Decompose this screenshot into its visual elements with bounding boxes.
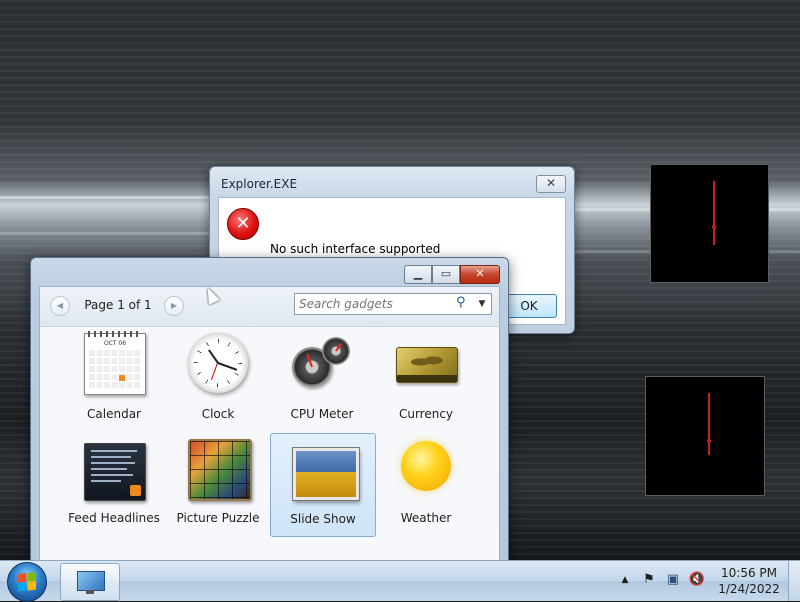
gadget-gallery: OCT 06 Calendar Clock CPU Meter Currency xyxy=(39,326,500,568)
search-box: ⚲ ▼ xyxy=(294,293,492,315)
cpu-meter-icon xyxy=(292,333,352,393)
action-center-flag-icon[interactable]: ⚑ xyxy=(640,569,658,591)
feed-headlines-icon xyxy=(84,443,146,501)
gadget-needle-hub xyxy=(712,225,716,229)
desktop-gadget-panel[interactable] xyxy=(645,376,765,496)
gadget-label: Calendar xyxy=(87,407,141,421)
clock-date: 1/24/2022 xyxy=(718,582,780,596)
gadget-tile-weather[interactable]: Weather xyxy=(374,433,478,535)
weather-icon xyxy=(401,441,451,491)
gadget-label: Slide Show xyxy=(290,512,356,526)
previous-page-button[interactable]: ◀ xyxy=(50,296,70,316)
gadget-needle xyxy=(713,181,715,245)
gadget-needle-hub xyxy=(707,439,711,443)
show-hidden-icons-button[interactable]: ▲ xyxy=(616,569,634,591)
gadget-needle xyxy=(708,393,710,455)
desktop-gadget-panel[interactable] xyxy=(650,164,769,283)
search-dropdown-button[interactable]: ▼ xyxy=(475,297,489,311)
gadget-tile-cpu-meter[interactable]: CPU Meter xyxy=(270,329,374,431)
gadget-label: Currency xyxy=(398,407,454,421)
gadget-tile-picture-puzzle[interactable]: Picture Puzzle xyxy=(166,433,270,535)
maximize-button[interactable]: ▭ xyxy=(432,265,460,284)
wallpaper-streak xyxy=(0,232,210,235)
rss-icon xyxy=(130,485,141,496)
ok-button[interactable]: OK xyxy=(501,294,557,318)
gadget-tile-slide-show[interactable]: Slide Show xyxy=(270,433,376,537)
calendar-icon: OCT 06 xyxy=(84,331,146,395)
gadget-tile-calendar[interactable]: OCT 06 Calendar xyxy=(62,329,166,431)
gadgets-window: ▁ ▭ ✕ ◀ Page 1 of 1 ▶ ⚲ ▼ OCT 06 Calenda… xyxy=(30,257,509,569)
minimize-button[interactable]: ▁ xyxy=(404,265,432,284)
taskbar-clock[interactable]: 10:56 PM 1/24/2022 xyxy=(712,565,786,597)
calendar-month-label: OCT 06 xyxy=(103,340,127,347)
clock-time: 10:56 PM xyxy=(721,566,777,580)
dialog-title: Explorer.EXE xyxy=(221,177,298,191)
volume-muted-icon[interactable]: 🔇 xyxy=(688,569,706,591)
gadgets-toolbar: ◀ Page 1 of 1 ▶ ⚲ ▼ xyxy=(39,286,500,327)
next-page-button[interactable]: ▶ xyxy=(164,296,184,316)
picture-puzzle-icon xyxy=(188,439,252,501)
gadget-label: Weather xyxy=(400,511,452,525)
gadget-label: Picture Puzzle xyxy=(176,511,260,525)
gadget-label: Feed Headlines xyxy=(68,511,160,525)
caption-buttons: ▁ ▭ ✕ xyxy=(404,265,500,284)
search-input[interactable] xyxy=(299,295,449,312)
slide-show-icon xyxy=(293,448,359,500)
close-button[interactable]: ✕ xyxy=(460,265,500,284)
network-icon[interactable]: ▣ xyxy=(664,569,682,591)
error-message: No such interface supported xyxy=(270,242,441,256)
taskbar: ▲ ⚑ ▣ 🔇 10:56 PM 1/24/2022 xyxy=(0,560,800,602)
taskbar-app-button[interactable] xyxy=(60,563,120,601)
dialog-close-button[interactable]: ✕ xyxy=(536,175,566,193)
page-indicator: Page 1 of 1 xyxy=(84,298,152,312)
search-icon[interactable]: ⚲ xyxy=(456,296,468,310)
gadget-tile-clock[interactable]: Clock xyxy=(166,329,270,431)
gadget-tile-currency[interactable]: Currency xyxy=(374,329,478,431)
pager: ◀ Page 1 of 1 ▶ xyxy=(50,295,184,317)
error-icon: ✕ xyxy=(227,208,259,240)
gadget-label: CPU Meter xyxy=(290,407,354,421)
windows-start-icon[interactable] xyxy=(7,562,47,602)
currency-icon xyxy=(396,347,458,383)
gadget-tile-feed-headlines[interactable]: Feed Headlines xyxy=(62,433,166,535)
show-desktop-button[interactable] xyxy=(788,561,800,601)
clock-icon xyxy=(188,333,248,393)
computer-monitor-icon xyxy=(77,571,105,591)
gadget-label: Clock xyxy=(201,407,235,421)
